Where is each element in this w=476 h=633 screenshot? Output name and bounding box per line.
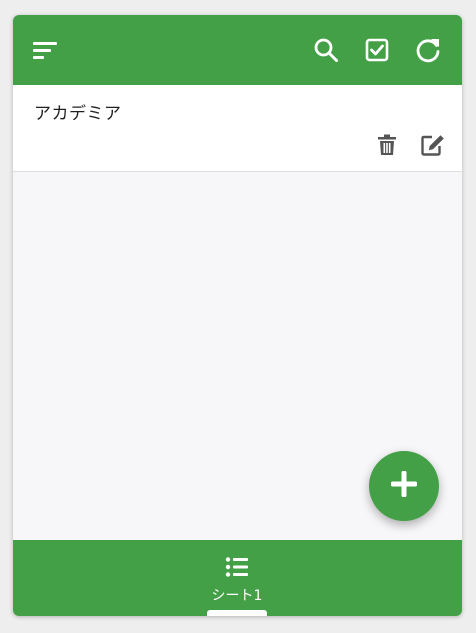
add-button[interactable]: [369, 451, 439, 521]
refresh-icon: [414, 36, 442, 64]
sort-icon: [32, 39, 58, 61]
bottom-navigation: シート1: [13, 540, 462, 616]
app-window: アカデミア シート1: [13, 15, 462, 616]
search-icon: [313, 37, 339, 63]
plus-icon: [389, 469, 419, 503]
edit-button[interactable]: [418, 132, 448, 162]
top-app-bar: [13, 15, 462, 85]
search-button[interactable]: [308, 32, 344, 68]
item-title: アカデミア: [34, 104, 122, 124]
list-icon: [225, 555, 249, 579]
list-item[interactable]: アカデミア: [13, 85, 462, 172]
check-square-icon: [365, 38, 389, 62]
tab-sheet1[interactable]: シート1: [197, 540, 277, 616]
delete-button[interactable]: [372, 132, 402, 162]
refresh-button[interactable]: [410, 32, 446, 68]
delete-icon: [377, 134, 397, 160]
tab-label: シート1: [211, 588, 263, 604]
selected-tab-indicator: [207, 610, 267, 616]
sort-button[interactable]: [27, 32, 63, 68]
edit-icon: [421, 134, 445, 160]
select-all-button[interactable]: [359, 32, 395, 68]
